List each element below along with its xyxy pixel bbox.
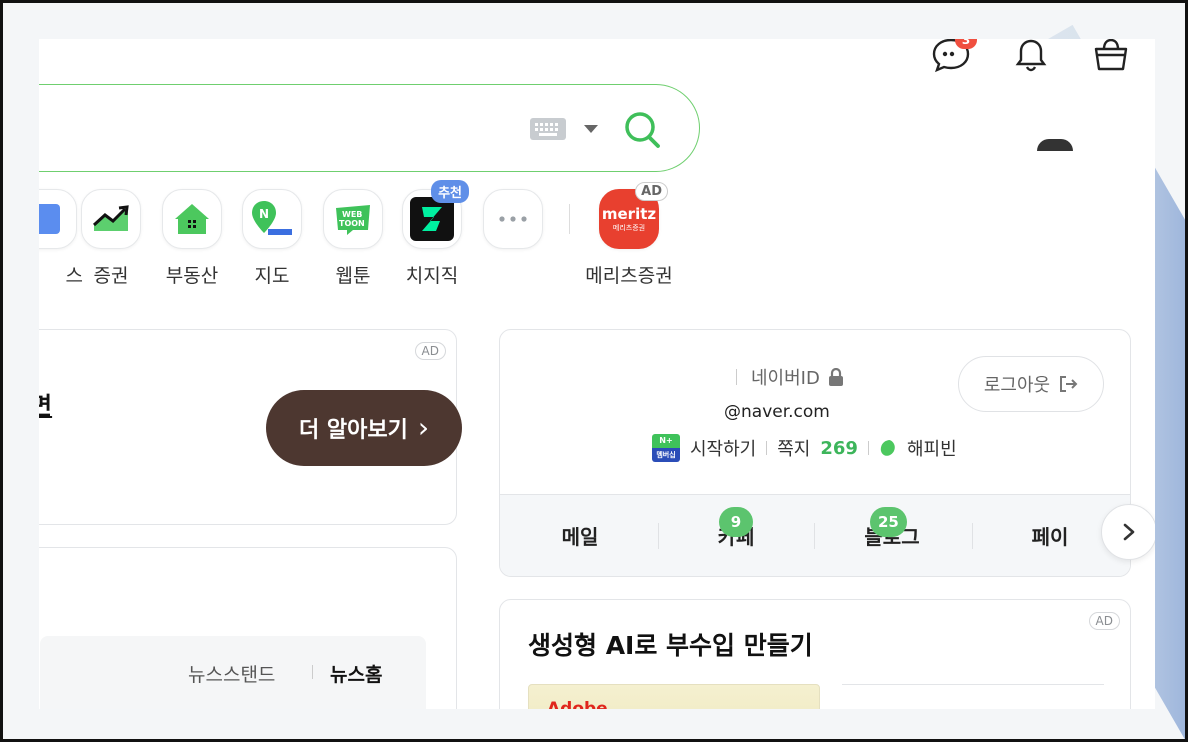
search-button[interactable] bbox=[622, 109, 664, 151]
lock-icon bbox=[828, 368, 843, 386]
shopping-bag-icon bbox=[1094, 39, 1128, 71]
ad-heading[interactable]: 면 bbox=[39, 386, 52, 421]
logout-button[interactable]: 로그아웃 bbox=[958, 356, 1104, 412]
account-email: @naver.com bbox=[724, 402, 830, 422]
id-separator bbox=[736, 369, 737, 385]
ai-ad-card: AD 생성형 AI로 부수입 만들기 Adobe bbox=[499, 599, 1131, 709]
chat-button[interactable]: 3 bbox=[931, 39, 977, 75]
service-tabs: 메일 9 카페 25 블로그 페이 bbox=[500, 494, 1130, 576]
ai-ad-thumbnail[interactable]: Adobe bbox=[528, 684, 820, 709]
learn-more-label: 더 알아보기 bbox=[298, 418, 408, 443]
tab-separator bbox=[312, 665, 313, 679]
account-info: 네이버ID @naver.com N+ 멤버십 시작하기 쪽지 269 해피빈 bbox=[500, 330, 1130, 494]
svg-text:N: N bbox=[259, 207, 269, 221]
recommend-tag: 추천 bbox=[431, 180, 469, 203]
header-icons: 3 bbox=[931, 39, 1131, 75]
notification-button[interactable] bbox=[1011, 39, 1051, 75]
shortcut-realestate[interactable]: 부동산 bbox=[152, 189, 232, 288]
tab-newshome[interactable]: 뉴스홈 bbox=[330, 660, 382, 687]
webtoon-icon: WEB TOON bbox=[323, 189, 383, 249]
chevron-down-icon[interactable] bbox=[584, 125, 598, 133]
ai-ad-divider bbox=[842, 684, 1104, 685]
shortcut-map[interactable]: N 지도 bbox=[232, 189, 312, 288]
chevron-right-icon bbox=[1123, 523, 1135, 541]
ad-tag: AD bbox=[635, 182, 668, 201]
news-tabs: 뉴스스탠드 뉴스홈 bbox=[40, 636, 426, 709]
left-ad-card: AD 면 더 알아보기 › bbox=[39, 329, 462, 525]
service-label: 페이 bbox=[1031, 525, 1069, 549]
membership-badge: N+ bbox=[652, 434, 680, 448]
svg-text:TOON: TOON bbox=[339, 219, 365, 228]
shortcut-more[interactable] bbox=[473, 189, 553, 249]
membership-start-link[interactable]: 시작하기 bbox=[690, 435, 756, 461]
adobe-logo: Adobe bbox=[547, 699, 608, 709]
naver-id-label[interactable]: 네이버ID bbox=[751, 364, 820, 390]
shortcut-label: 지도 bbox=[254, 265, 290, 287]
search-bar[interactable] bbox=[39, 84, 700, 172]
shortcut-webtoon[interactable]: WEB TOON 웹툰 bbox=[313, 189, 393, 288]
meritz-logo: meritz 메리츠증권 AD bbox=[599, 182, 668, 249]
more-icon bbox=[483, 189, 543, 249]
profile-avatar[interactable] bbox=[1037, 139, 1073, 151]
stock-chart-icon bbox=[81, 189, 141, 249]
blog-count-badge: 25 bbox=[870, 507, 907, 537]
service-blog[interactable]: 25 블로그 bbox=[814, 507, 970, 550]
shortcut-stock[interactable]: 증권 bbox=[71, 189, 151, 288]
naver-id-row: 네이버ID bbox=[736, 364, 844, 390]
account-meta: N+ 멤버십 시작하기 쪽지 269 해피빈 bbox=[652, 434, 957, 462]
happybean-link[interactable]: 해피빈 bbox=[907, 435, 957, 461]
ad-label: AD bbox=[414, 342, 446, 360]
cafe-count-badge: 9 bbox=[719, 507, 753, 537]
logout-label: 로그아웃 bbox=[983, 375, 1051, 396]
meta-separator bbox=[867, 441, 869, 455]
search-icon bbox=[625, 112, 660, 148]
ad-label: AD bbox=[1088, 612, 1120, 630]
shortcut-meritz-ad[interactable]: meritz 메리츠증권 AD 메리츠증권 bbox=[579, 182, 679, 288]
chat-badge: 3 bbox=[955, 39, 977, 49]
membership-sub: 멤버십 bbox=[652, 448, 680, 462]
shortcut-label: 증권 bbox=[93, 265, 129, 287]
logout-icon bbox=[1060, 376, 1078, 392]
account-card: 네이버ID @naver.com N+ 멤버십 시작하기 쪽지 269 해피빈 bbox=[499, 329, 1131, 577]
svg-text:WEB: WEB bbox=[342, 210, 362, 219]
service-mail[interactable]: 메일 bbox=[502, 521, 658, 550]
learn-more-button[interactable]: 더 알아보기 › bbox=[266, 390, 462, 466]
shortcut-label: 웹툰 bbox=[335, 265, 371, 287]
service-label: 메일 bbox=[561, 525, 599, 549]
note-count[interactable]: 269 bbox=[820, 438, 858, 459]
house-icon bbox=[162, 189, 222, 249]
next-button[interactable] bbox=[1101, 504, 1155, 560]
chzzk-icon: 추천 bbox=[402, 180, 469, 249]
shortcut-label: 메리츠증권 bbox=[585, 265, 673, 287]
membership-icon: N+ 멤버십 bbox=[652, 434, 680, 462]
bell-icon bbox=[1015, 39, 1047, 72]
ai-ad-title[interactable]: 생성형 AI로 부수입 만들기 bbox=[528, 626, 813, 662]
meritz-logo-sub: 메리츠증권 bbox=[612, 223, 646, 232]
news-card: 뉴스스탠드 뉴스홈 bbox=[39, 547, 457, 709]
service-cafe[interactable]: 9 카페 bbox=[658, 507, 814, 550]
shortcut-chzzk[interactable]: 추천 치지직 bbox=[392, 180, 472, 288]
tab-newsstand[interactable]: 뉴스스탠드 bbox=[188, 660, 275, 687]
meritz-logo-text: meritz bbox=[601, 204, 657, 223]
shortcut-label: 부동산 bbox=[165, 265, 219, 287]
meta-separator bbox=[766, 441, 768, 455]
chevron-right-icon: › bbox=[417, 411, 430, 444]
shortcut-divider bbox=[569, 204, 570, 234]
service-shortcuts: 스 증권 부동산 N 지도 WEB TOON 웹툰 추천 치지직 meritz … bbox=[39, 180, 739, 289]
map-pin-icon: N bbox=[242, 189, 302, 249]
happybean-icon bbox=[880, 440, 895, 456]
keyboard-icon[interactable] bbox=[530, 118, 566, 140]
screen-frame: 3 스 증권 부동산 N 지도 WEB TOON 웹툰 추천 치지직 merit… bbox=[0, 0, 1188, 742]
naver-home-page: 3 스 증권 부동산 N 지도 WEB TOON 웹툰 추천 치지직 merit… bbox=[39, 39, 1155, 709]
shopping-button[interactable] bbox=[1091, 39, 1131, 75]
note-link[interactable]: 쪽지 bbox=[777, 435, 810, 461]
shortcut-label: 치지직 bbox=[405, 265, 459, 287]
